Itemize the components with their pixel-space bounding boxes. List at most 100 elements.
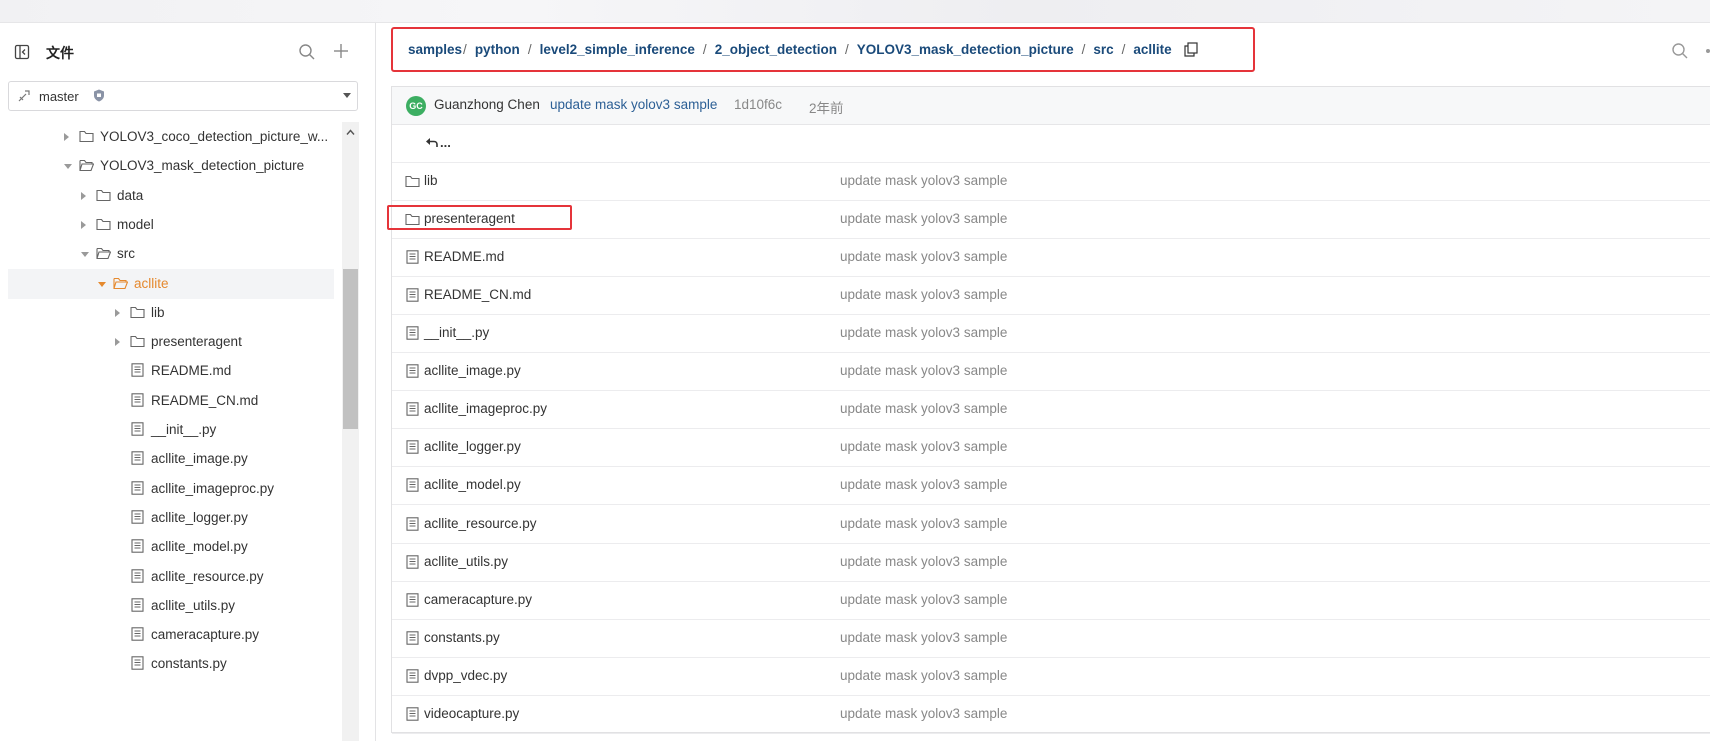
file-row[interactable]: acllite_logger.py update mask yolov3 samp… (392, 428, 1710, 468)
file-name[interactable]: acllite_image.py (424, 363, 521, 378)
tree-item[interactable]: src (8, 239, 334, 269)
tree-item[interactable]: acllite_resource.py (8, 562, 334, 592)
file-commit-message[interactable]: update mask yolov3 sample (840, 706, 1007, 721)
file-list: GC Guanzhong Chen update mask yolov3 sam… (391, 86, 1710, 734)
tree-item[interactable]: lib (8, 298, 334, 328)
tree-item[interactable]: YOLOV3_mask_detection_picture (8, 151, 334, 181)
caret-right-icon[interactable] (115, 338, 120, 347)
breadcrumb-link[interactable]: python (475, 42, 520, 57)
file-name[interactable]: presenteragent (424, 211, 515, 226)
file-row[interactable]: acllite_image.py update mask yolov3 sampl… (392, 352, 1710, 392)
scrollbar-thumb[interactable] (343, 269, 358, 429)
file-row[interactable]: acllite_imageproc.py update mask yolov3 s… (392, 390, 1710, 430)
more-icon[interactable] (1702, 43, 1710, 59)
file-name[interactable]: acllite_resource.py (424, 516, 537, 531)
file-icon (405, 554, 420, 569)
file-commit-message[interactable]: update mask yolov3 sample (840, 363, 1007, 378)
file-icon (405, 669, 420, 683)
file-row[interactable]: videocapture.py update mask yolov3 sample (392, 695, 1710, 734)
search-icon[interactable] (1671, 42, 1689, 60)
breadcrumb-link[interactable]: samples (408, 42, 462, 57)
file-commit-message[interactable]: update mask yolov3 sample (840, 325, 1007, 340)
tree-item[interactable]: __init__.py (8, 415, 334, 445)
file-row[interactable]: README.md update mask yolov3 sample (392, 238, 1710, 278)
sidebar-collapse-icon[interactable] (14, 44, 30, 60)
file-name[interactable]: constants.py (424, 630, 500, 645)
tree-item[interactable]: acllite_logger.py (8, 503, 334, 533)
scroll-up-icon[interactable] (346, 128, 355, 137)
file-row[interactable]: acllite_resource.py update mask yolov3 sa… (392, 505, 1710, 544)
commit-author[interactable]: Guanzhong Chen (434, 97, 540, 112)
tree-item[interactable]: data (8, 181, 334, 211)
tree-item[interactable]: cameracapture.py (8, 620, 334, 650)
caret-down-icon[interactable] (81, 252, 89, 258)
file-row[interactable]: __init__.py update mask yolov3 sample (392, 314, 1710, 354)
tree-item[interactable]: presenteragent (8, 327, 334, 357)
file-commit-message[interactable]: update mask yolov3 sample (840, 554, 1007, 569)
breadcrumb-link[interactable]: YOLOV3_mask_detection_picture (857, 42, 1074, 57)
tree-item[interactable]: acllite (8, 268, 334, 299)
file-row[interactable]: acllite_model.py update mask yolov3 sampl… (392, 466, 1710, 506)
file-commit-message[interactable]: update mask yolov3 sample (840, 439, 1007, 454)
commit-time: 2年前 (809, 101, 844, 116)
file-commit-message[interactable]: update mask yolov3 sample (840, 173, 1007, 188)
tree-item[interactable]: YOLOV3_coco_detection_picture_w... (8, 122, 334, 152)
file-commit-message[interactable]: update mask yolov3 sample (840, 630, 1007, 645)
file-commit-message[interactable]: update mask yolov3 sample (840, 401, 1007, 416)
file-commit-message[interactable]: update mask yolov3 sample (840, 668, 1007, 683)
plus-icon[interactable] (332, 42, 350, 60)
tree-item[interactable]: model (8, 210, 334, 240)
file-name[interactable]: acllite_model.py (424, 477, 521, 492)
file-row[interactable]: cameracapture.py update mask yolov3 sampl… (392, 581, 1710, 620)
file-row[interactable]: dvpp_vdec.py update mask yolov3 sample (392, 657, 1710, 696)
file-name[interactable]: README_CN.md (424, 287, 531, 302)
caret-right-icon[interactable] (81, 191, 86, 200)
caret-right-icon[interactable] (115, 308, 120, 317)
avatar[interactable]: GC (406, 96, 426, 116)
file-name[interactable]: acllite_imageproc.py (424, 401, 547, 416)
copy-icon[interactable] (1184, 42, 1198, 57)
file-row[interactable]: constants.py update mask yolov3 sample (392, 619, 1710, 658)
tree-item[interactable]: acllite_image.py (8, 444, 334, 474)
branch-selector[interactable]: master (8, 81, 358, 111)
caret-down-icon[interactable] (64, 164, 72, 170)
tree-item[interactable]: README_CN.md (8, 386, 334, 416)
breadcrumb-link[interactable]: src (1093, 42, 1113, 57)
breadcrumb-separator: / (1081, 42, 1086, 57)
parent-directory-row[interactable]: ... (392, 124, 1710, 163)
file-commit-message[interactable]: update mask yolov3 sample (840, 592, 1007, 607)
file-name[interactable]: dvpp_vdec.py (424, 668, 507, 683)
file-commit-message[interactable]: update mask yolov3 sample (840, 516, 1007, 531)
caret-down-icon[interactable] (98, 281, 106, 287)
file-row[interactable]: README_CN.md update mask yolov3 sample (392, 276, 1710, 316)
file-row[interactable]: acllite_utils.py update mask yolov3 sampl… (392, 543, 1710, 582)
caret-right-icon[interactable] (81, 220, 86, 229)
tree-item[interactable]: acllite_model.py (8, 532, 334, 562)
breadcrumb-link[interactable]: 2_object_detection (715, 42, 837, 57)
file-name[interactable]: __init__.py (424, 325, 489, 340)
file-name[interactable]: cameracapture.py (424, 592, 532, 607)
file-commit-message[interactable]: update mask yolov3 sample (840, 287, 1007, 302)
file-name[interactable]: lib (424, 173, 438, 188)
tree-item[interactable]: constants.py (8, 649, 334, 679)
sidebar-scrollbar[interactable] (342, 122, 359, 741)
file-commit-message[interactable]: update mask yolov3 sample (840, 211, 1007, 226)
top-banner (0, 0, 1710, 23)
commit-hash[interactable]: 1d10f6c (734, 97, 782, 112)
file-row[interactable]: presenteragent update mask yolov3 sample (392, 200, 1710, 240)
file-name[interactable]: acllite_utils.py (424, 554, 508, 569)
file-name[interactable]: acllite_logger.py (424, 439, 521, 454)
tree-item[interactable]: acllite_imageproc.py (8, 474, 334, 504)
file-name[interactable]: videocapture.py (424, 706, 519, 721)
file-name[interactable]: README.md (424, 249, 504, 264)
breadcrumb-link[interactable]: level2_simple_inference (540, 42, 695, 57)
file-commit-message[interactable]: update mask yolov3 sample (840, 477, 1007, 492)
caret-right-icon[interactable] (64, 133, 69, 141)
file-commit-message[interactable]: update mask yolov3 sample (840, 249, 1007, 264)
tree-item[interactable]: README.md (8, 356, 334, 386)
breadcrumb-link[interactable]: acllite (1133, 42, 1171, 57)
commit-message[interactable]: update mask yolov3 sample (550, 97, 717, 112)
file-row[interactable]: lib update mask yolov3 sample (392, 162, 1710, 201)
search-icon[interactable] (298, 43, 316, 61)
tree-item[interactable]: acllite_utils.py (8, 591, 334, 621)
